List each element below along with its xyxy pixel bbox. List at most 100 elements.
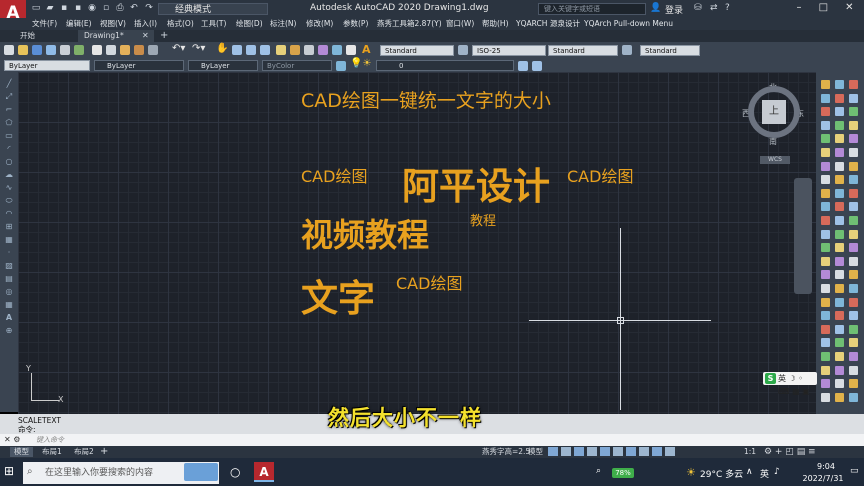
canvas-text-video[interactable]: 视频教程: [301, 210, 429, 256]
fillet-tool-icon[interactable]: [849, 134, 858, 144]
web-icon[interactable]: ◉: [86, 3, 98, 14]
trim-tool-icon[interactable]: [821, 120, 830, 130]
user-icon[interactable]: 👤: [650, 3, 661, 13]
move-tool-icon[interactable]: [849, 311, 858, 321]
tool-palettes-icon[interactable]: [304, 45, 314, 55]
insert-block-icon[interactable]: ⊞: [4, 223, 14, 231]
clock-date[interactable]: 2022/7/31: [796, 474, 850, 483]
help-search-input[interactable]: 键入关键字或短语: [538, 3, 646, 15]
polygon-icon[interactable]: ⬠: [4, 119, 14, 127]
explode-tool-icon[interactable]: [821, 148, 830, 157]
workspace-select[interactable]: 经典模式: [158, 3, 268, 15]
undo-toolbar-icon[interactable]: ↶▾: [172, 43, 185, 54]
mirror-tool-icon[interactable]: [849, 297, 858, 307]
scale-tool-icon[interactable]: [835, 324, 844, 334]
status-tools-icons[interactable]: ⚙ + ◰ ▤ ≡: [764, 446, 816, 458]
login-link[interactable]: 登录: [665, 3, 683, 16]
menu-window[interactable]: 窗口(W): [446, 18, 474, 30]
erase-tool-icon[interactable]: [821, 80, 830, 89]
extend-tool-icon[interactable]: [835, 338, 844, 348]
move-tool-icon[interactable]: [821, 392, 830, 402]
osnap-track-toggle-icon[interactable]: [613, 447, 623, 456]
clock-time[interactable]: 9:04: [806, 462, 846, 471]
new-icon[interactable]: [4, 45, 14, 55]
scale-tool-icon[interactable]: [849, 392, 858, 402]
chamfer-tool-icon[interactable]: [835, 134, 844, 144]
tray-lang[interactable]: 英: [760, 467, 769, 480]
open-icon[interactable]: [18, 45, 28, 55]
add-layout-icon[interactable]: +: [100, 446, 108, 458]
redo-icon[interactable]: ↷: [143, 3, 155, 14]
block-editor-icon[interactable]: [148, 45, 158, 55]
cut-icon[interactable]: [92, 45, 102, 55]
markup-icon[interactable]: [332, 45, 342, 55]
erase-tool-icon[interactable]: [835, 148, 844, 157]
maximize-icon[interactable]: □: [819, 2, 828, 16]
construction-line-icon[interactable]: ⤢: [4, 93, 14, 101]
stretch-tool-icon[interactable]: [821, 188, 830, 198]
mleader-style-select[interactable]: Standard: [640, 45, 700, 56]
table-style-select[interactable]: Standard: [548, 45, 618, 56]
arc-icon[interactable]: ◜: [4, 145, 14, 153]
rotate-tool-icon[interactable]: [821, 324, 830, 334]
weather-text[interactable]: 29°C 多云: [700, 467, 743, 480]
revision-cloud-icon[interactable]: ☁: [4, 171, 14, 179]
lineweight-select[interactable]: ByLayer: [188, 60, 258, 71]
text-style-select[interactable]: Standard: [380, 45, 454, 56]
copy-tool-icon[interactable]: [835, 80, 844, 89]
color-select[interactable]: ByLayer: [4, 60, 90, 71]
preview-icon[interactable]: [60, 45, 70, 55]
ellipse-arc-icon[interactable]: ◠: [4, 210, 14, 218]
polar-toggle-icon[interactable]: [587, 447, 597, 456]
table-icon[interactable]: ▦: [4, 301, 14, 309]
move-tool-icon[interactable]: [835, 243, 844, 253]
tab-layout1[interactable]: 布局1: [38, 447, 66, 457]
weather-icon[interactable]: ☀: [686, 466, 696, 479]
viewcube-top-face[interactable]: 上: [762, 100, 786, 124]
join-tool-icon[interactable]: [821, 352, 830, 361]
canvas-text-cad-3[interactable]: CAD绘图: [396, 270, 462, 294]
linetype-select[interactable]: ByLayer: [94, 60, 184, 71]
new-tab-icon[interactable]: +: [160, 30, 168, 42]
array-tool-icon[interactable]: [835, 311, 844, 321]
erase-tool-icon[interactable]: [849, 216, 858, 225]
grid-toggle-icon[interactable]: [548, 447, 558, 456]
share-icon[interactable]: ▫: [100, 3, 112, 14]
pan-icon[interactable]: ✋: [216, 43, 228, 54]
mirror-tool-icon[interactable]: [821, 379, 830, 389]
close-icon[interactable]: ✕: [845, 2, 853, 16]
rotate-tool-icon[interactable]: [835, 392, 844, 402]
copy-tool-icon[interactable]: [849, 148, 858, 157]
tab-start[interactable]: 开始: [14, 30, 41, 42]
array-tool-icon[interactable]: [835, 93, 844, 103]
add-selected-icon[interactable]: ⊕: [4, 327, 14, 335]
sogou-logo-icon[interactable]: S: [765, 373, 776, 384]
exchange-icon[interactable]: ⇄: [710, 3, 718, 13]
snap-toggle-icon[interactable]: [561, 447, 571, 456]
lineweight-toggle-icon[interactable]: [639, 447, 649, 456]
cart-icon[interactable]: ⛁: [694, 3, 702, 13]
pin-icon[interactable]: ⌕: [596, 466, 601, 476]
extend-tool-icon[interactable]: [849, 188, 858, 198]
polyline-icon[interactable]: ⌐: [4, 106, 14, 114]
offset-tool-icon[interactable]: [835, 379, 844, 389]
offset-tool-icon[interactable]: [835, 161, 844, 171]
region-icon[interactable]: ◎: [4, 288, 14, 296]
isodraft-toggle-icon[interactable]: [600, 447, 610, 456]
move-tool-icon[interactable]: [821, 175, 830, 185]
copy-tool-icon[interactable]: [835, 297, 844, 307]
command-input[interactable]: 键入命令: [26, 435, 852, 445]
volume-icon[interactable]: ♪: [774, 467, 780, 477]
minimize-icon[interactable]: –: [797, 2, 802, 16]
stretch-tool-icon[interactable]: [849, 324, 858, 334]
menu-yqarch[interactable]: YQARCH: [516, 18, 547, 30]
navigation-bar[interactable]: [794, 178, 812, 294]
open-file-icon[interactable]: ▰: [44, 3, 56, 14]
search-highlight-image[interactable]: [184, 463, 218, 481]
extend-tool-icon[interactable]: [835, 120, 844, 130]
layer-previous-icon[interactable]: [532, 61, 542, 71]
ellipse-icon[interactable]: ⬭: [4, 197, 14, 205]
array-tool-icon[interactable]: [821, 243, 830, 253]
erase-tool-icon[interactable]: [821, 297, 830, 307]
osnap-toggle-icon[interactable]: [626, 447, 636, 456]
